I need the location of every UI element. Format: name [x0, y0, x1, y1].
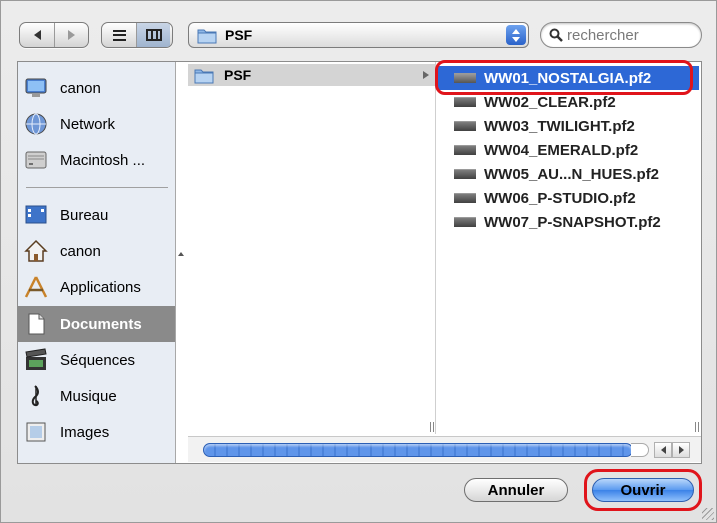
sidebar-item-documents[interactable]: Documents — [18, 306, 175, 342]
sidebar-item-label: Applications — [60, 278, 141, 296]
sidebar-item-label: Images — [60, 423, 110, 441]
file-icon — [454, 193, 476, 203]
desktop-icon — [25, 205, 47, 224]
sidebar-item-label: Macintosh ... — [60, 151, 146, 169]
file-label: WW07_P-SNAPSHOT.pf2 — [484, 213, 661, 231]
popup-arrows-icon — [506, 25, 526, 45]
file-item[interactable]: WW03_TWILIGHT.pf2 — [437, 114, 699, 138]
scrollbar-thumb[interactable] — [203, 443, 633, 457]
pictures-icon — [26, 422, 46, 442]
forward-arrow-icon — [68, 30, 75, 40]
sidebar-item-bureau[interactable]: Bureau — [18, 197, 175, 233]
file-item[interactable]: WW07_P-SNAPSHOT.pf2 — [437, 210, 699, 234]
sidebar-item-label: Documents — [60, 315, 142, 333]
navigation-buttons — [19, 22, 89, 48]
search-icon — [549, 28, 563, 42]
sidebar-item-musique[interactable]: Musique — [18, 378, 175, 414]
open-file-dialog: PSF canon — [0, 0, 717, 523]
cancel-button[interactable]: Annuler — [464, 478, 568, 502]
documents-icon — [28, 313, 45, 335]
file-label: WW04_EMERALD.pf2 — [484, 141, 639, 159]
scrollbar-track-end — [631, 443, 649, 457]
file-icon — [454, 145, 476, 155]
sidebar-splitter-handle[interactable] — [178, 252, 184, 256]
sidebar: canon Network Macintosh ... Bureau canon… — [18, 62, 176, 463]
network-icon — [25, 113, 47, 135]
forward-button[interactable] — [54, 23, 88, 47]
search-input[interactable] — [567, 26, 687, 44]
scroll-right-button[interactable] — [672, 442, 690, 458]
sidebar-item-label: Bureau — [60, 206, 109, 224]
file-icon — [454, 169, 476, 179]
file-item[interactable]: WW06_P-STUDIO.pf2 — [437, 186, 699, 210]
list-view-icon — [112, 29, 126, 41]
file-label: WW02_CLEAR.pf2 — [484, 93, 616, 111]
window-resize-grip[interactable] — [702, 508, 714, 520]
sidebar-item-label: Network — [60, 115, 116, 133]
sidebar-item-home[interactable]: canon — [18, 233, 175, 269]
movies-icon — [25, 348, 47, 370]
sidebar-item-sequences[interactable]: Séquences — [18, 342, 175, 378]
file-item[interactable]: WW05_AU...N_HUES.pf2 — [437, 162, 699, 186]
file-label: WW05_AU...N_HUES.pf2 — [484, 165, 660, 183]
location-popup[interactable]: PSF — [188, 22, 529, 48]
browser-pane: canon Network Macintosh ... Bureau canon… — [17, 61, 702, 464]
sidebar-item-computer[interactable]: canon — [18, 70, 175, 106]
scroll-left-icon — [660, 446, 666, 454]
column-resize-grip[interactable] — [430, 422, 434, 432]
hard-drive-icon — [25, 151, 47, 169]
column-view-icon — [145, 29, 162, 41]
file-item[interactable]: WW04_EMERALD.pf2 — [437, 138, 699, 162]
sidebar-item-applications[interactable]: Applications — [18, 269, 175, 305]
scroll-right-icon — [678, 446, 684, 454]
sidebar-item-label: canon — [60, 79, 101, 97]
horizontal-scrollbar[interactable] — [188, 436, 701, 462]
file-icon — [454, 121, 476, 131]
column-item-psf[interactable]: PSF — [188, 64, 435, 86]
music-icon — [31, 385, 39, 407]
browser-column-2: WW01_NOSTALGIA.pf2 WW02_CLEAR.pf2 WW03_T… — [437, 62, 701, 434]
applications-icon — [24, 276, 48, 298]
file-icon — [454, 97, 476, 107]
highlight-ring — [435, 60, 693, 95]
home-icon — [24, 239, 48, 262]
highlight-ring — [584, 469, 702, 511]
sidebar-item-label: Musique — [60, 387, 117, 405]
search-field[interactable] — [540, 22, 702, 48]
file-label: WW03_TWILIGHT.pf2 — [484, 117, 635, 135]
sidebar-divider — [26, 187, 168, 188]
sidebar-item-network[interactable]: Network — [18, 106, 175, 142]
sidebar-item-label: Séquences — [60, 351, 136, 369]
folder-icon — [197, 29, 217, 43]
file-label: WW06_P-STUDIO.pf2 — [484, 189, 636, 207]
folder-icon — [194, 69, 214, 83]
location-popup-label: PSF — [225, 27, 253, 43]
sidebar-item-label: canon — [60, 242, 101, 260]
view-mode-buttons — [101, 22, 173, 48]
back-arrow-icon — [33, 30, 41, 40]
scroll-left-button[interactable] — [654, 442, 672, 458]
list-view-button[interactable] — [102, 23, 136, 47]
column-item-label: PSF — [224, 67, 252, 83]
disclosure-arrow-icon — [423, 71, 429, 79]
browser-column-1: PSF — [188, 62, 436, 434]
computer-icon — [25, 78, 47, 97]
column-view-button[interactable] — [136, 23, 170, 47]
sidebar-item-macintosh[interactable]: Macintosh ... — [18, 142, 175, 178]
back-button[interactable] — [20, 23, 54, 47]
sidebar-item-images[interactable]: Images — [18, 414, 175, 450]
file-icon — [454, 217, 476, 227]
column-resize-grip[interactable] — [695, 422, 699, 432]
toolbar: PSF — [1, 1, 717, 61]
